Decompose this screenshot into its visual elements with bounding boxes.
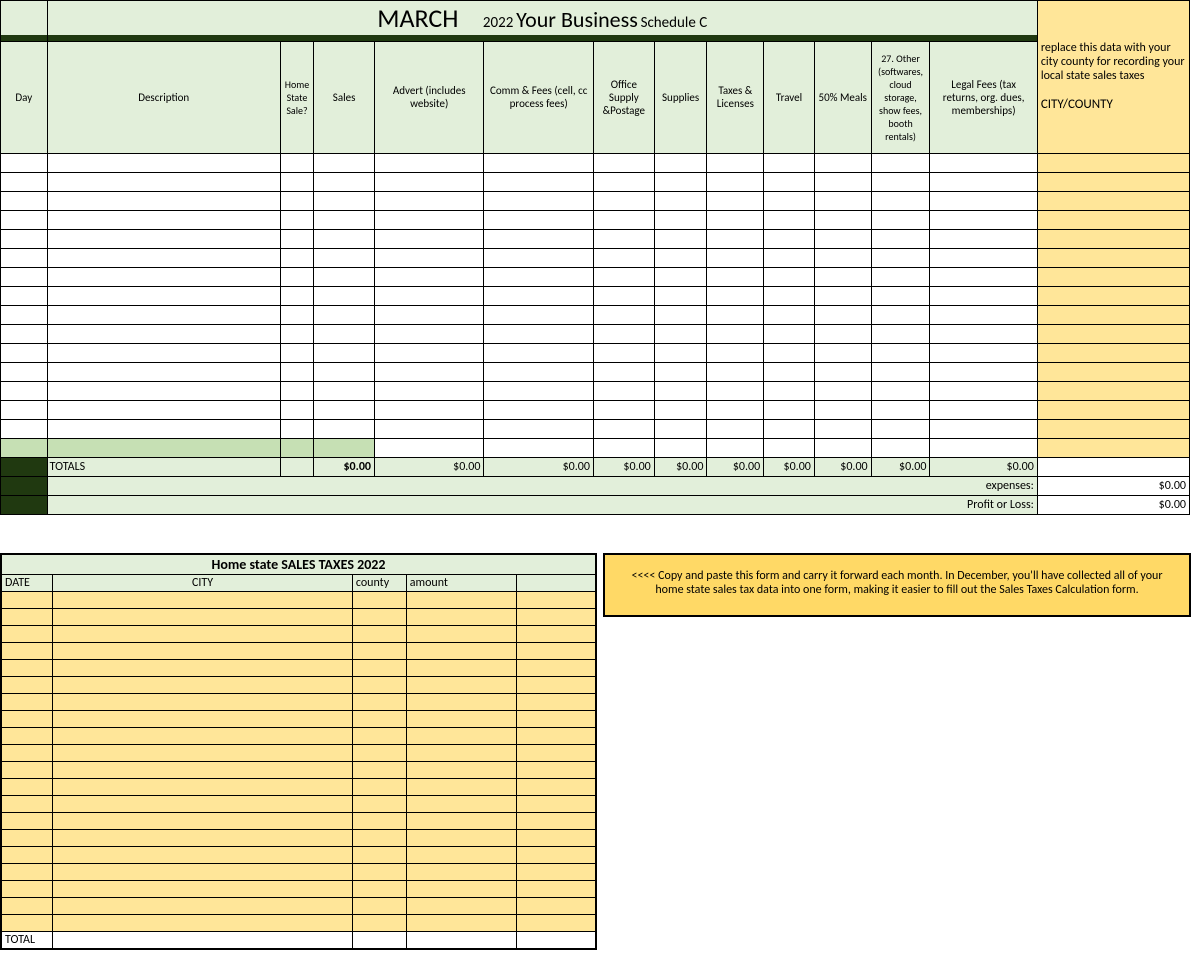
title-year: 2022: [483, 14, 513, 32]
table-row[interactable]: [1, 229, 1190, 248]
table-row[interactable]: [1, 362, 1190, 381]
tax-row[interactable]: [1, 846, 596, 863]
total-sales: $0.00: [314, 457, 375, 476]
tax-row[interactable]: [1, 880, 596, 897]
totals-label: TOTALS: [47, 457, 280, 476]
col-legal: Legal Fees (tax returns, org. dues, memb…: [930, 41, 1037, 153]
table-row[interactable]: [1, 381, 1190, 400]
tax-row[interactable]: [1, 693, 596, 710]
tax-row[interactable]: [1, 608, 596, 625]
table-row[interactable]: [1, 153, 1190, 172]
table-row[interactable]: [1, 286, 1190, 305]
column-headers: Day Description Home State Sale? Sales A…: [1, 41, 1190, 153]
tax-col-date: DATE: [1, 574, 53, 591]
tax-row[interactable]: [1, 778, 596, 795]
tax-row[interactable]: [1, 727, 596, 744]
tax-row[interactable]: [1, 812, 596, 829]
total-comm-fees: $0.00: [484, 457, 593, 476]
sales-tax-headers: DATE CITY county amount: [1, 574, 596, 591]
col-advert: Advert (includes website): [375, 41, 484, 153]
tax-row[interactable]: [1, 659, 596, 676]
tax-row[interactable]: [1, 761, 596, 778]
tax-row[interactable]: [1, 863, 596, 880]
expenses-label: expenses:: [47, 476, 1037, 495]
tip-box: <<<< Copy and paste this form and carry …: [603, 553, 1191, 617]
tax-col-county: county: [352, 574, 406, 591]
spacer-row: [1, 438, 1190, 457]
title-corner: [1, 1, 48, 36]
tax-col-amount: amount: [406, 574, 516, 591]
table-row[interactable]: [1, 210, 1190, 229]
tax-total-label: TOTAL: [1, 931, 53, 949]
table-row[interactable]: [1, 172, 1190, 191]
totals-row: TOTALS $0.00 $0.00 $0.00 $0.00 $0.00 $0.…: [1, 457, 1190, 476]
tax-row[interactable]: [1, 642, 596, 659]
col-description: Description: [47, 41, 280, 153]
title-month: MARCH: [377, 2, 458, 34]
title-business: Your Business: [516, 6, 638, 33]
total-taxes-licenses: $0.00: [707, 457, 764, 476]
tax-row[interactable]: [1, 676, 596, 693]
tax-total-row: TOTAL: [1, 931, 596, 949]
table-row[interactable]: [1, 305, 1190, 324]
table-row[interactable]: [1, 191, 1190, 210]
city-county-label: CITY/COUNTY: [1041, 97, 1186, 112]
profit-loss-label: Profit or Loss:: [47, 495, 1037, 514]
total-advert: $0.00: [375, 457, 484, 476]
tax-row[interactable]: [1, 744, 596, 761]
table-row[interactable]: [1, 343, 1190, 362]
tax-row[interactable]: [1, 829, 596, 846]
sales-tax-table: Home state SALES TAXES 2022 DATE CITY co…: [0, 553, 597, 951]
total-office: $0.00: [593, 457, 654, 476]
tax-row[interactable]: [1, 710, 596, 727]
table-row[interactable]: [1, 400, 1190, 419]
col-comm-fees: Comm & Fees (cell, cc process fees): [484, 41, 593, 153]
tax-row[interactable]: [1, 591, 596, 608]
city-county-note: replace this data with your city county …: [1037, 1, 1189, 154]
table-row[interactable]: [1, 267, 1190, 286]
table-row[interactable]: [1, 248, 1190, 267]
col-taxes-licenses: Taxes & Licenses: [707, 41, 764, 153]
tax-row[interactable]: [1, 625, 596, 642]
col-home-state-sale: Home State Sale?: [280, 41, 313, 153]
tax-col-city: CITY: [53, 574, 353, 591]
total-other: $0.00: [871, 457, 930, 476]
note-text: replace this data with your city county …: [1041, 41, 1185, 83]
col-meals: 50% Meals: [814, 41, 871, 153]
col-day: Day: [1, 41, 48, 153]
schedule-c-table: MARCH 2022 Your Business Schedule C repl…: [0, 0, 1190, 515]
profit-loss-value: $0.00: [1037, 495, 1189, 514]
total-legal: $0.00: [930, 457, 1037, 476]
total-travel: $0.00: [764, 457, 815, 476]
col-office: Office Supply &Postage: [593, 41, 654, 153]
table-row[interactable]: [1, 419, 1190, 438]
col-sales: Sales: [314, 41, 375, 153]
expenses-value: $0.00: [1037, 476, 1189, 495]
total-supplies: $0.00: [654, 457, 707, 476]
profit-loss-row: Profit or Loss: $0.00: [1, 495, 1190, 514]
table-row[interactable]: [1, 324, 1190, 343]
tax-row[interactable]: [1, 795, 596, 812]
title-schedule: Schedule C: [641, 14, 708, 32]
sales-tax-title: Home state SALES TAXES 2022: [1, 554, 596, 575]
col-other: 27. Other (softwares, cloud storage, sho…: [871, 41, 930, 153]
tax-row[interactable]: [1, 897, 596, 914]
col-supplies: Supplies: [654, 41, 707, 153]
tax-row[interactable]: [1, 914, 596, 931]
col-travel: Travel: [764, 41, 815, 153]
expenses-row: expenses: $0.00: [1, 476, 1190, 495]
total-meals: $0.00: [814, 457, 871, 476]
page-title: MARCH 2022 Your Business Schedule C: [47, 1, 1037, 36]
